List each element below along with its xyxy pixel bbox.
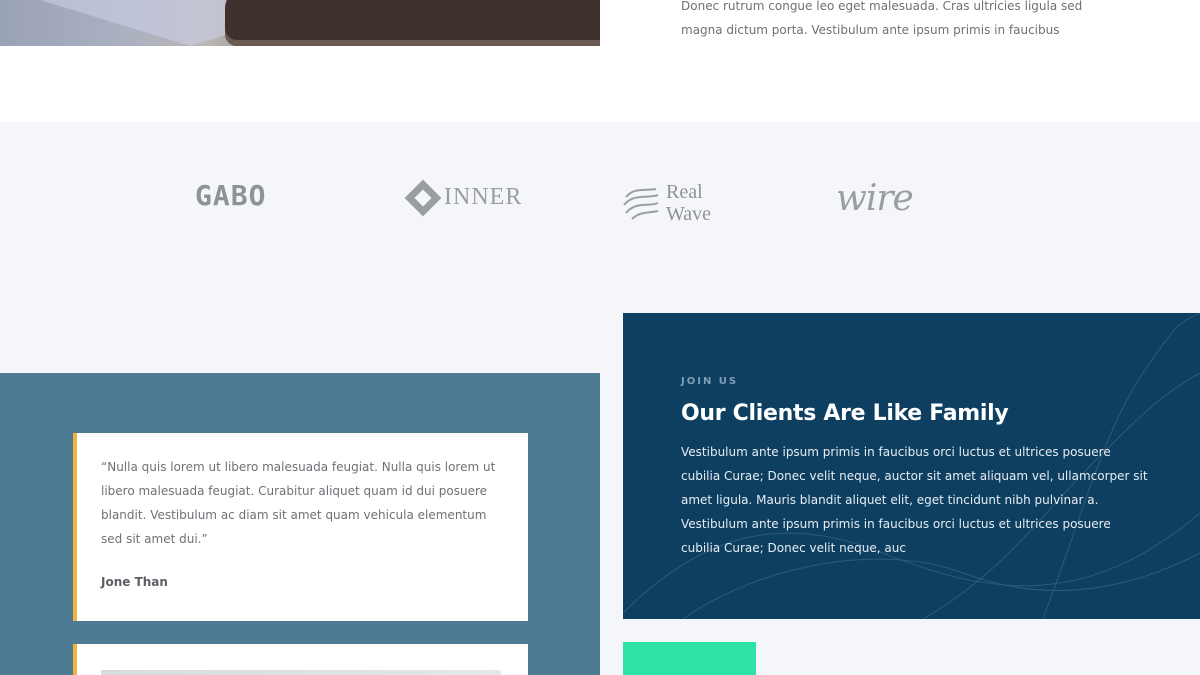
testimonial-faded-text bbox=[101, 670, 501, 675]
top-paragraph: Donec rutrum congue leo eget malesuada. … bbox=[681, 0, 1101, 42]
join-eyebrow: JOIN US bbox=[681, 376, 739, 387]
top-paragraph-text: Donec rutrum congue leo eget malesuada. … bbox=[681, 0, 1083, 37]
hero-photo bbox=[0, 0, 600, 46]
join-body: Vestibulum ante ipsum primis in faucibus… bbox=[681, 445, 1148, 555]
photo-wallet bbox=[225, 0, 600, 46]
logo-wire-text: wire bbox=[836, 178, 914, 219]
logo-realwave-line2: Wave bbox=[666, 203, 712, 225]
testimonial-panel: “Nulla quis lorem ut libero malesuada fe… bbox=[0, 373, 600, 675]
logo-gabo-text: GABO bbox=[195, 179, 267, 212]
logo-realwave-line1: Real bbox=[666, 181, 703, 203]
inner-diamond-icon bbox=[404, 179, 442, 216]
logo-realwave: Real Wave bbox=[622, 181, 711, 225]
join-us-card: JOIN US Our Clients Are Like Family Vest… bbox=[623, 313, 1200, 619]
realwave-waves-icon bbox=[623, 188, 659, 220]
logo-inner-text: INNER bbox=[444, 184, 523, 210]
logo-inner: INNER bbox=[404, 179, 523, 216]
join-button[interactable] bbox=[623, 642, 756, 675]
logo-realwave-text: Real Wave bbox=[666, 181, 711, 225]
testimonial-card: “Nulla quis lorem ut libero malesuada fe… bbox=[73, 433, 528, 621]
testimonial-quote: “Nulla quis lorem ut libero malesuada fe… bbox=[101, 460, 496, 546]
testimonial-card-partial bbox=[73, 644, 528, 675]
testimonial-author: Jone Than bbox=[101, 575, 168, 589]
logo-gabo: GABO bbox=[195, 179, 266, 212]
join-title: Our Clients Are Like Family bbox=[681, 401, 1009, 426]
logo-wire: wire bbox=[836, 178, 914, 219]
